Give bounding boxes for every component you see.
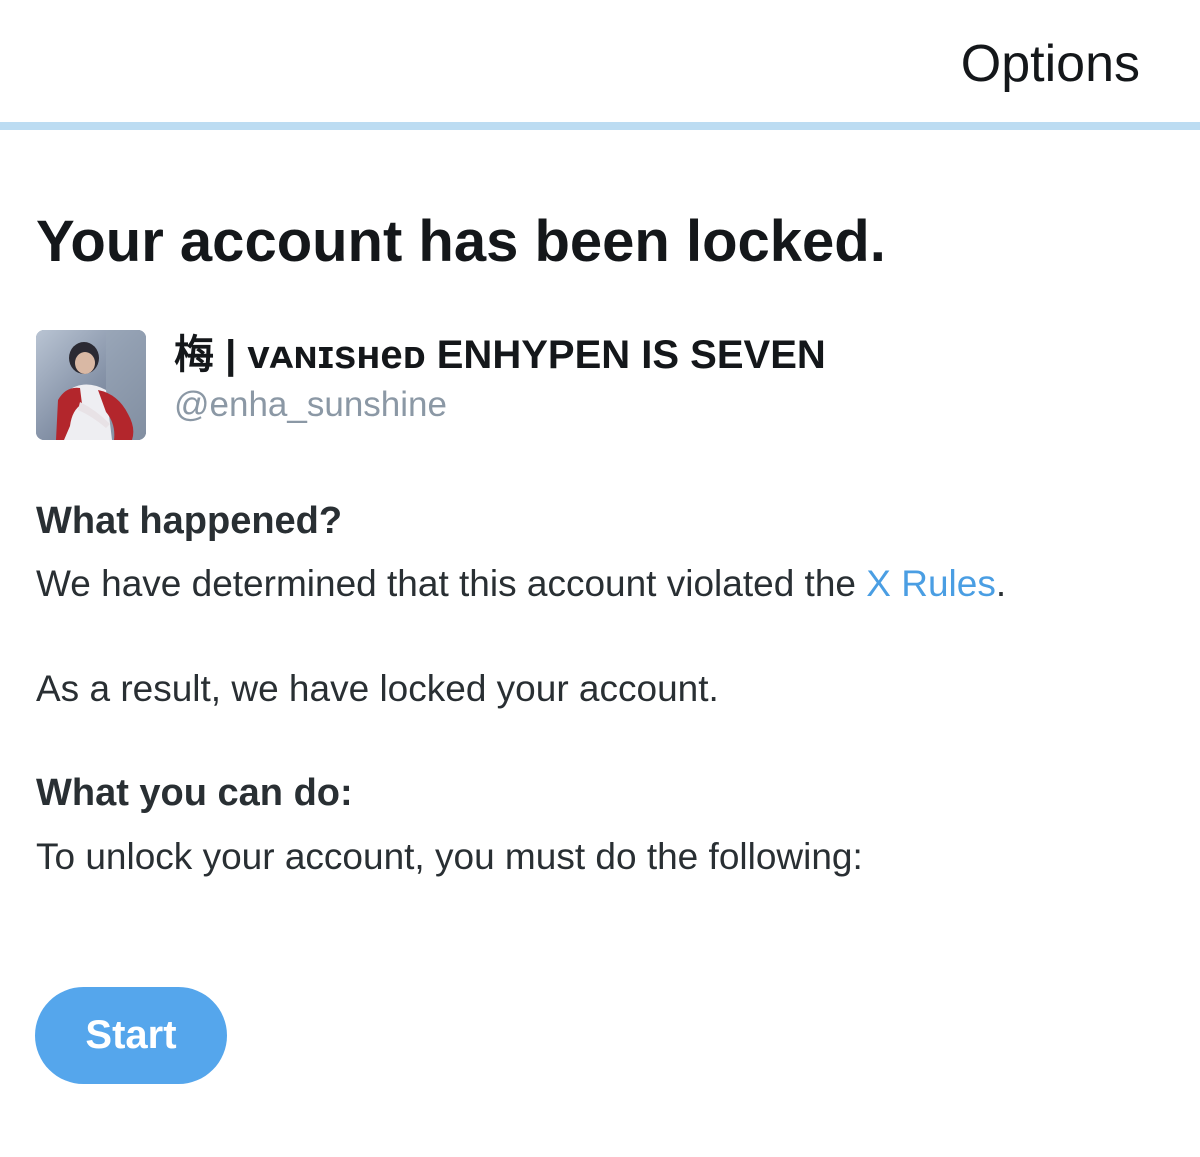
profile-photo-icon — [36, 330, 146, 440]
page-title: Your account has been locked. — [36, 209, 886, 274]
violation-text-lead: We have determined that this account vio… — [36, 563, 867, 604]
display-name: 梅 | ᴠᴀɴɪsʜeᴅ ENHYPEN IS SEVEN — [174, 333, 826, 377]
result-text: As a result, we have locked your account… — [36, 668, 719, 709]
start-button[interactable]: Start — [35, 987, 227, 1084]
violation-text: We have determined that this account vio… — [36, 561, 1006, 607]
account-card: 梅 | ᴠᴀɴɪsʜeᴅ ENHYPEN IS SEVEN @enha_suns… — [36, 330, 1156, 442]
top-bar: Options — [0, 0, 1200, 122]
options-button[interactable]: Options — [961, 34, 1140, 94]
x-rules-link[interactable]: X Rules — [866, 563, 996, 604]
what-happened-heading: What happened? — [36, 500, 343, 542]
what-you-can-do-heading: What you can do: — [36, 772, 353, 814]
account-handle: @enha_sunshine — [174, 385, 447, 424]
header-divider — [0, 122, 1200, 130]
violation-text-tail: . — [995, 563, 1007, 604]
avatar — [36, 330, 146, 440]
unlock-instructions: To unlock your account, you must do the … — [36, 836, 863, 877]
